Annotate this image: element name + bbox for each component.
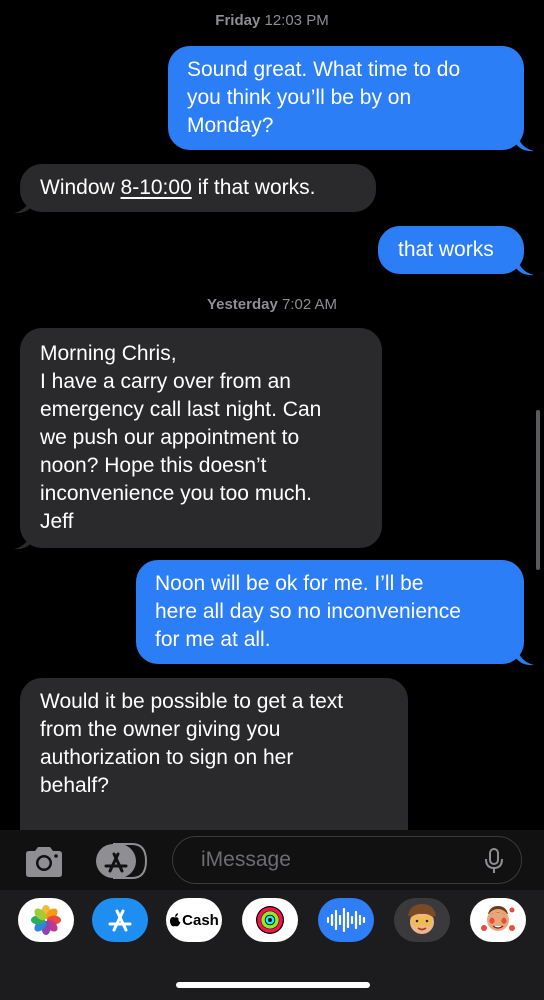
outgoing-message[interactable]: Sound great. What time to do you think y…: [168, 46, 524, 150]
cash-app[interactable]: Cash: [166, 898, 222, 942]
memoji-icon: [408, 904, 436, 934]
message-line: we push our appointment to: [40, 426, 300, 449]
message-input-placeholder: iMessage: [201, 848, 291, 871]
message-line: Noon will be ok for me. I’ll be: [155, 572, 424, 595]
app-store-icon: [108, 909, 132, 932]
message-line: inconvenience you too much.: [40, 482, 313, 505]
message-line: I have a carry over from an: [40, 370, 291, 393]
home-indicator[interactable]: [176, 982, 370, 988]
bubble-tail: [14, 194, 32, 214]
message-line: emergency call last night. Can: [40, 398, 322, 421]
message-thread[interactable]: Friday 12:03 PM Sound great. What time t…: [0, 0, 544, 830]
timestamp: Friday 12:03 PM: [0, 12, 544, 29]
message-line: you think you’ll be by on: [187, 86, 412, 109]
timestamp-time: 12:03 PM: [264, 12, 329, 29]
bubble-tail: [516, 132, 534, 152]
message-line: Window 8-10:00 if that works.: [40, 174, 356, 202]
timestamp: Yesterday 7:02 AM: [0, 296, 544, 313]
scrollbar[interactable]: [536, 410, 540, 570]
camera-icon[interactable]: [22, 842, 66, 882]
incoming-message[interactable]: Morning Chris, I have a carry over from …: [20, 328, 382, 548]
message-line: for me at all.: [155, 628, 271, 651]
timestamp-day: Yesterday: [206, 296, 278, 313]
incoming-message[interactable]: Window 8-10:00 if that works.: [20, 164, 376, 212]
message-line: here all day so no inconvenience: [155, 600, 461, 623]
timestamp-time: 7:02 AM: [282, 296, 338, 313]
message-text: if that works.: [191, 176, 316, 199]
message-line: Jeff: [40, 510, 74, 533]
waveform-icon: [326, 907, 366, 933]
incoming-message[interactable]: Would it be possible to get a text from …: [20, 678, 408, 830]
bubble-tail: [14, 530, 32, 550]
message-input[interactable]: iMessage: [172, 836, 522, 884]
bubble-tail: [516, 256, 534, 276]
microphone-icon[interactable]: [483, 847, 505, 875]
apple-logo-icon: [170, 913, 181, 927]
activity-rings-icon: [256, 906, 284, 934]
memoji-stickers-icon: [481, 906, 515, 931]
app-store-app[interactable]: [92, 898, 148, 942]
message-line: noon? Hope this doesn’t: [40, 454, 267, 477]
message-line: Would it be possible to get a text: [40, 690, 344, 713]
memoji-app[interactable]: [394, 898, 450, 942]
bubble-tail: [516, 646, 534, 666]
message-line: Monday?: [187, 114, 274, 137]
photos-app[interactable]: [18, 898, 74, 942]
activity-app[interactable]: [242, 898, 298, 942]
cash-label: Cash: [182, 911, 219, 929]
time-link[interactable]: 8-10:00: [121, 176, 192, 199]
message-line: Morning Chris,: [40, 342, 177, 365]
message-line: behalf?: [40, 774, 109, 797]
photos-icon: [31, 905, 61, 935]
message-text: Window: [40, 176, 121, 199]
memoji-stickers-app[interactable]: [470, 898, 526, 942]
timestamp-day: Friday: [215, 12, 261, 29]
app-store-icon[interactable]: [94, 842, 148, 880]
outgoing-message[interactable]: that works: [378, 226, 524, 274]
message-line: from the owner giving you: [40, 718, 281, 741]
outgoing-message[interactable]: Noon will be ok for me. I’ll be here all…: [136, 560, 524, 664]
audio-message-app[interactable]: [318, 898, 374, 942]
message-line: Sound great. What time to do: [187, 58, 461, 81]
message-line: that works: [398, 238, 494, 261]
message-line: authorization to sign on her: [40, 746, 294, 769]
